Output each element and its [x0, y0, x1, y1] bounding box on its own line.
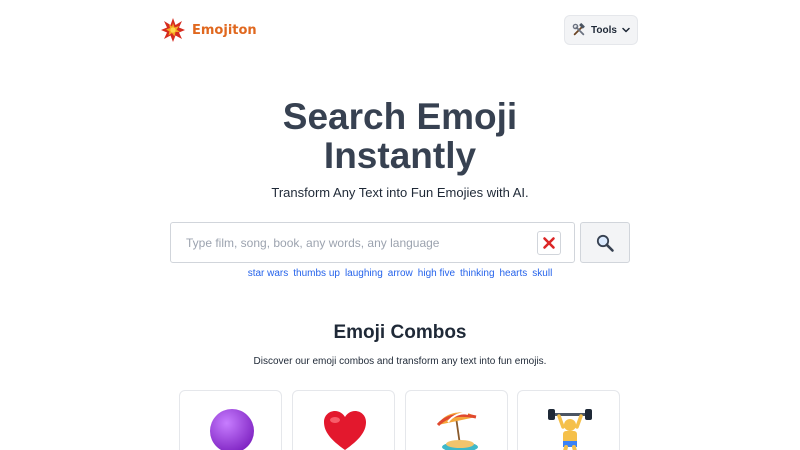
- search-bar: [170, 222, 575, 263]
- suggestion-link[interactable]: arrow: [388, 268, 413, 279]
- combo-card[interactable]: [292, 390, 395, 450]
- magnifier-icon: [596, 234, 614, 252]
- combos-subtitle: Discover our emoji combos and transform …: [253, 356, 547, 367]
- brand-name: Emojiton: [192, 22, 257, 38]
- hero-subtitle: Transform Any Text into Fun Emojies with…: [271, 185, 529, 200]
- combo-card[interactable]: [517, 390, 620, 450]
- hero-title: Search Emoji Instantly: [0, 97, 800, 175]
- clear-search-button[interactable]: [537, 231, 561, 255]
- purple-circle-icon: [210, 409, 254, 450]
- search-button[interactable]: [580, 222, 630, 263]
- chevron-down-icon: [622, 27, 630, 33]
- suggestion-link[interactable]: high five: [418, 268, 455, 279]
- search-suggestions: star wars thumbs up laughing arrow high …: [0, 268, 800, 279]
- search-input[interactable]: [172, 224, 532, 261]
- combos-title: Emoji Combos: [333, 322, 467, 343]
- red-heart-icon: [324, 411, 366, 450]
- red-x-icon: [543, 237, 555, 249]
- suggestion-link[interactable]: thumbs up: [293, 268, 340, 279]
- hero-title-line-1: Search Emoji: [282, 96, 518, 137]
- top-navbar: Emojiton Tools: [0, 0, 800, 60]
- explosion-logo-icon: [161, 18, 185, 42]
- suggestion-link[interactable]: laughing: [345, 268, 383, 279]
- beach-umbrella-icon: [436, 412, 478, 450]
- suggestion-link[interactable]: star wars: [248, 268, 289, 279]
- weight-lifter-icon: [548, 409, 592, 450]
- hero-title-line-2: Instantly: [323, 135, 477, 176]
- brand-logo-link[interactable]: Emojiton: [160, 17, 257, 43]
- combo-card[interactable]: [405, 390, 508, 450]
- suggestion-link[interactable]: skull: [532, 268, 552, 279]
- hammer-wrench-icon: [572, 23, 585, 36]
- suggestion-link[interactable]: thinking: [460, 268, 494, 279]
- tools-dropdown-button[interactable]: Tools: [564, 15, 638, 45]
- combo-card[interactable]: [179, 390, 282, 450]
- tools-label: Tools: [591, 24, 617, 36]
- suggestion-link[interactable]: hearts: [500, 268, 528, 279]
